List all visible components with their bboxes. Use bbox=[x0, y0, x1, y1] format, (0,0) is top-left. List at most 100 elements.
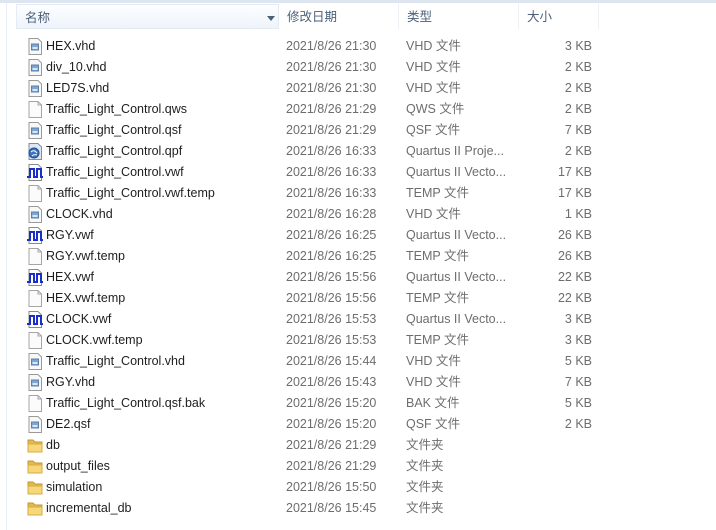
file-row[interactable]: div_10.vhd 2021/8/26 21:30 VHD 文件 2 KB bbox=[20, 57, 600, 78]
file-row[interactable]: Traffic_Light_Control.vwf 2021/8/26 16:3… bbox=[20, 162, 600, 183]
file-size: 3 KB bbox=[564, 39, 592, 53]
file-row[interactable]: Traffic_Light_Control.qsf 2021/8/26 21:2… bbox=[20, 120, 600, 141]
file-row[interactable]: LED7S.vhd 2021/8/26 21:30 VHD 文件 2 KB bbox=[20, 78, 600, 99]
file-size: 17 KB bbox=[557, 165, 592, 179]
file-row[interactable]: RGY.vwf.temp 2021/8/26 16:25 TEMP 文件 26 … bbox=[20, 246, 600, 267]
file-type: VHD 文件 bbox=[406, 60, 461, 74]
file-row[interactable]: RGY.vwf 2021/8/26 16:25 Quartus II Vecto… bbox=[20, 225, 600, 246]
sort-dropdown-icon[interactable] bbox=[267, 16, 275, 21]
file-size: 3 KB bbox=[564, 333, 592, 347]
quartus-project-icon bbox=[27, 143, 43, 160]
file-name: Traffic_Light_Control.vwf bbox=[46, 165, 184, 179]
waveform-file-icon bbox=[27, 269, 43, 286]
file-date: 2021/8/26 16:28 bbox=[286, 207, 377, 221]
folder-row[interactable]: incremental_db 2021/8/26 15:45 文件夹 bbox=[20, 498, 600, 519]
file-type: 文件夹 bbox=[406, 438, 444, 452]
folder-row[interactable]: output_files 2021/8/26 21:29 文件夹 bbox=[20, 456, 600, 477]
file-type: TEMP 文件 bbox=[406, 333, 469, 347]
file-type: QSF 文件 bbox=[406, 123, 461, 137]
file-size: 7 KB bbox=[564, 123, 592, 137]
file-type: QSF 文件 bbox=[406, 417, 461, 431]
folder-row[interactable]: db 2021/8/26 21:29 文件夹 bbox=[20, 435, 600, 456]
vhd-file-icon bbox=[27, 374, 43, 391]
folder-row[interactable]: simulation 2021/8/26 15:50 文件夹 bbox=[20, 477, 600, 498]
file-type: VHD 文件 bbox=[406, 375, 461, 389]
file-name: RGY.vwf bbox=[46, 228, 94, 242]
column-header-type[interactable]: 类型 bbox=[399, 4, 519, 29]
folder-icon bbox=[27, 479, 43, 496]
file-date: 2021/8/26 16:33 bbox=[286, 186, 377, 200]
file-type: VHD 文件 bbox=[406, 39, 461, 53]
file-date: 2021/8/26 15:20 bbox=[286, 396, 377, 410]
file-date: 2021/8/26 15:56 bbox=[286, 291, 377, 305]
file-date: 2021/8/26 21:30 bbox=[286, 60, 377, 74]
file-row[interactable]: RGY.vhd 2021/8/26 15:43 VHD 文件 7 KB bbox=[20, 372, 600, 393]
file-type: QWS 文件 bbox=[406, 102, 465, 116]
file-name: HEX.vhd bbox=[46, 39, 96, 53]
column-header-name[interactable]: 名称 bbox=[16, 4, 279, 29]
folder-icon bbox=[27, 458, 43, 475]
file-name: HEX.vwf.temp bbox=[46, 291, 126, 305]
column-header-date[interactable]: 修改日期 bbox=[279, 4, 399, 29]
vhd-file-icon bbox=[27, 353, 43, 370]
file-size: 5 KB bbox=[564, 354, 592, 368]
file-row[interactable]: Traffic_Light_Control.qsf.bak 2021/8/26 … bbox=[20, 393, 600, 414]
file-date: 2021/8/26 15:44 bbox=[286, 354, 377, 368]
file-name: Traffic_Light_Control.vwf.temp bbox=[46, 186, 215, 200]
file-date: 2021/8/26 21:29 bbox=[286, 123, 377, 137]
waveform-file-icon bbox=[27, 311, 43, 328]
file-type: TEMP 文件 bbox=[406, 186, 469, 200]
file-row[interactable]: HEX.vhd 2021/8/26 21:30 VHD 文件 3 KB bbox=[20, 36, 600, 57]
column-header-size[interactable]: 大小 bbox=[519, 4, 599, 29]
file-date: 2021/8/26 15:56 bbox=[286, 270, 377, 284]
vhd-file-icon bbox=[27, 80, 43, 97]
file-row[interactable]: Traffic_Light_Control.vhd 2021/8/26 15:4… bbox=[20, 351, 600, 372]
file-name: RGY.vhd bbox=[46, 375, 96, 389]
file-name: output_files bbox=[46, 459, 110, 473]
column-label: 大小 bbox=[527, 10, 553, 24]
file-date: 2021/8/26 16:33 bbox=[286, 165, 377, 179]
file-name: div_10.vhd bbox=[46, 60, 107, 74]
file-row[interactable]: Traffic_Light_Control.qpf 2021/8/26 16:3… bbox=[20, 141, 600, 162]
file-name: Traffic_Light_Control.qws bbox=[46, 102, 188, 116]
file-size: 7 KB bbox=[564, 375, 592, 389]
file-size: 22 KB bbox=[557, 270, 592, 284]
column-label: 修改日期 bbox=[287, 10, 338, 24]
file-date: 2021/8/26 15:43 bbox=[286, 375, 377, 389]
pane-border bbox=[6, 3, 7, 530]
file-date: 2021/8/26 21:30 bbox=[286, 81, 377, 95]
file-date: 2021/8/26 15:53 bbox=[286, 312, 377, 326]
file-name: HEX.vwf bbox=[46, 270, 94, 284]
file-type: Quartus II Vecto... bbox=[406, 228, 507, 242]
file-date: 2021/8/26 16:25 bbox=[286, 249, 377, 263]
file-date: 2021/8/26 21:29 bbox=[286, 459, 377, 473]
column-header: 名称 修改日期 类型 大小 bbox=[16, 4, 716, 29]
waveform-file-icon bbox=[27, 227, 43, 244]
file-row[interactable]: CLOCK.vwf.temp 2021/8/26 15:53 TEMP 文件 3… bbox=[20, 330, 600, 351]
file-type: Quartus II Vecto... bbox=[406, 312, 507, 326]
file-row[interactable]: Traffic_Light_Control.vwf.temp 2021/8/26… bbox=[20, 183, 600, 204]
file-type: VHD 文件 bbox=[406, 207, 461, 221]
file-size: 1 KB bbox=[564, 207, 592, 221]
file-size: 3 KB bbox=[564, 312, 592, 326]
file-row[interactable]: Traffic_Light_Control.qws 2021/8/26 21:2… bbox=[20, 99, 600, 120]
file-row[interactable]: DE2.qsf 2021/8/26 15:20 QSF 文件 2 KB bbox=[20, 414, 600, 435]
column-label: 类型 bbox=[407, 10, 433, 24]
file-row[interactable]: CLOCK.vwf 2021/8/26 15:53 Quartus II Vec… bbox=[20, 309, 600, 330]
file-row[interactable]: CLOCK.vhd 2021/8/26 16:28 VHD 文件 1 KB bbox=[20, 204, 600, 225]
window-border bbox=[0, 0, 716, 3]
file-date: 2021/8/26 21:29 bbox=[286, 438, 377, 452]
file-name: CLOCK.vhd bbox=[46, 207, 113, 221]
file-name: CLOCK.vwf bbox=[46, 312, 112, 326]
file-row[interactable]: HEX.vwf 2021/8/26 15:56 Quartus II Vecto… bbox=[20, 267, 600, 288]
file-name: DE2.qsf bbox=[46, 417, 91, 431]
blank-file-icon bbox=[27, 395, 43, 412]
file-row[interactable]: HEX.vwf.temp 2021/8/26 15:56 TEMP 文件 22 … bbox=[20, 288, 600, 309]
blank-file-icon bbox=[27, 332, 43, 349]
file-date: 2021/8/26 15:53 bbox=[286, 333, 377, 347]
vhd-file-icon bbox=[27, 38, 43, 55]
file-name: RGY.vwf.temp bbox=[46, 249, 125, 263]
folder-icon bbox=[27, 437, 43, 454]
file-size: 5 KB bbox=[564, 396, 592, 410]
file-name: incremental_db bbox=[46, 501, 132, 515]
